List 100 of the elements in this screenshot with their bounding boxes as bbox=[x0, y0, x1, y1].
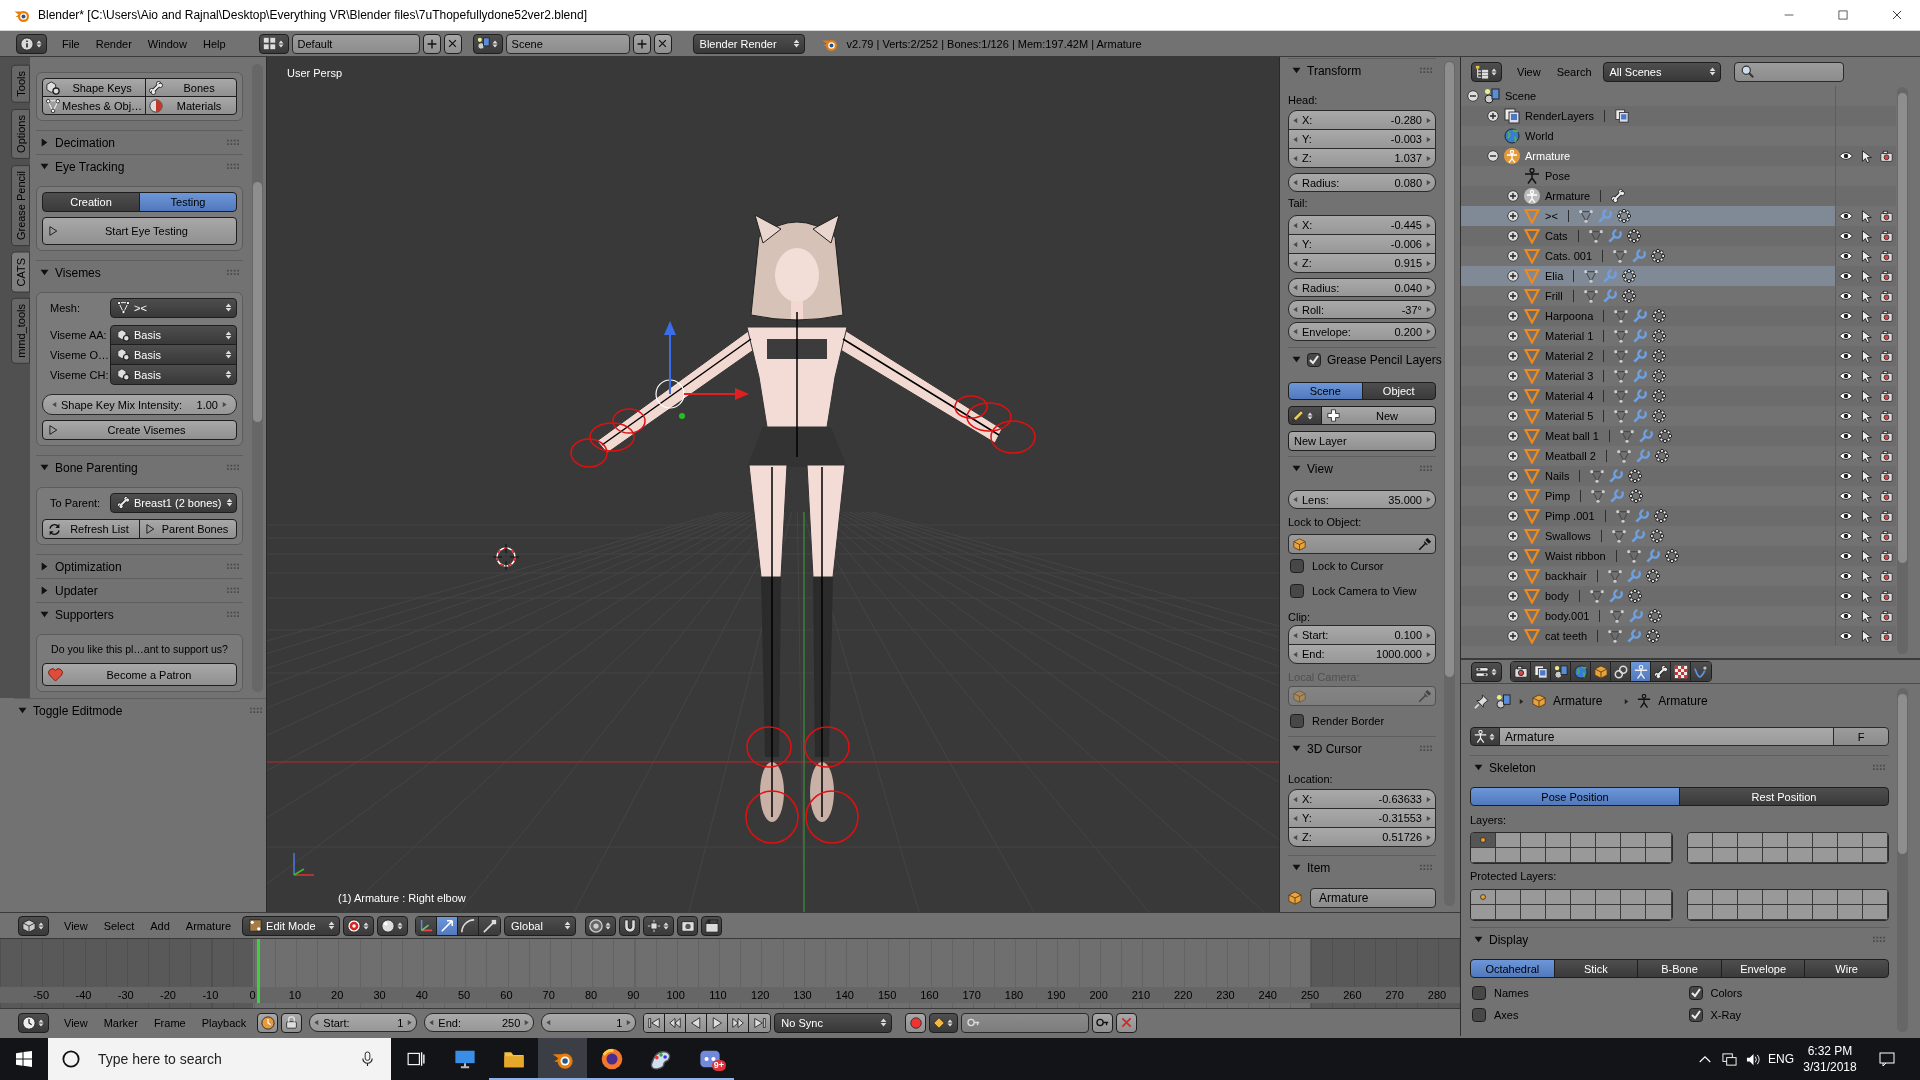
outliner-row[interactable]: Frill bbox=[1461, 286, 1835, 306]
eye-icon[interactable] bbox=[1839, 449, 1854, 463]
tool-button[interactable]: Shape Keys bbox=[42, 78, 147, 97]
layer-toggle[interactable] bbox=[1496, 848, 1522, 863]
tree-item-label[interactable]: Frill bbox=[1545, 290, 1563, 302]
layer-toggle[interactable] bbox=[1596, 905, 1622, 920]
layer-toggle[interactable] bbox=[1712, 833, 1738, 848]
number-field[interactable]: Y: -0.003 bbox=[1288, 129, 1436, 149]
panel-title[interactable]: Bone Parenting bbox=[55, 460, 221, 475]
dot-ring-icon[interactable] bbox=[1627, 589, 1642, 603]
triangle-down-icon[interactable] bbox=[40, 162, 49, 171]
number-field[interactable]: End: 1000.000 bbox=[1288, 644, 1436, 664]
number-field[interactable]: Y: -0.006 bbox=[1288, 234, 1436, 254]
dot-ring-icon[interactable] bbox=[1651, 249, 1666, 263]
tree-item-label[interactable]: Harpoona bbox=[1545, 310, 1594, 322]
pointer-icon[interactable] bbox=[1860, 289, 1873, 303]
pointer-icon[interactable] bbox=[1860, 429, 1873, 443]
current-frame-field[interactable]: 1 bbox=[541, 1013, 637, 1032]
eye-icon[interactable] bbox=[1839, 309, 1854, 323]
panel-title[interactable]: Eye Tracking bbox=[55, 159, 221, 174]
layer-toggle[interactable] bbox=[1471, 848, 1497, 863]
menu-item[interactable]: Playback bbox=[193, 1012, 255, 1033]
pointer-icon[interactable] bbox=[1860, 549, 1873, 563]
mesh-icon[interactable] bbox=[1614, 389, 1629, 403]
playback-button[interactable] bbox=[728, 1013, 750, 1032]
tool-button[interactable]: Bones bbox=[145, 78, 237, 97]
pivot-dropdown[interactable] bbox=[343, 915, 375, 936]
camera-icon[interactable] bbox=[1879, 469, 1893, 483]
tree-item-label[interactable]: RenderLayers bbox=[1525, 110, 1595, 122]
taskbar-app[interactable] bbox=[538, 1038, 587, 1080]
camera-icon[interactable] bbox=[1879, 549, 1893, 563]
action-button[interactable]: Refresh List bbox=[42, 519, 140, 539]
mesh-icon[interactable] bbox=[1614, 349, 1629, 363]
pointer-icon[interactable] bbox=[1860, 629, 1873, 643]
tree-item-label[interactable]: backhair bbox=[1545, 570, 1587, 582]
plus-circle-icon[interactable] bbox=[1507, 330, 1519, 342]
layer-toggle[interactable] bbox=[1737, 848, 1763, 863]
panel-title[interactable]: View bbox=[1307, 461, 1414, 476]
timeline-area[interactable]: -50 -40 -30 -20 -10 0 10 20 30 40 50 60 70 80 90 100 110 120 130 140 150 160 170 180 190 200 210 220 230 240 250 260 270 280 bbox=[0, 938, 1460, 1008]
layer-toggle[interactable] bbox=[1471, 890, 1497, 905]
triangle-down-icon[interactable] bbox=[1474, 763, 1483, 772]
outliner-row[interactable]: Material 1 bbox=[1461, 326, 1835, 346]
tree-item-label[interactable]: Meat ball 1 bbox=[1545, 430, 1599, 442]
editor-type-button[interactable] bbox=[1471, 61, 1502, 82]
dot-ring-icon[interactable] bbox=[1652, 389, 1667, 403]
search-field[interactable] bbox=[1733, 61, 1844, 82]
panel-title[interactable]: Transform bbox=[1307, 63, 1414, 78]
microphone-icon[interactable] bbox=[360, 1051, 375, 1066]
layer-toggle[interactable] bbox=[1621, 848, 1647, 863]
tool-button[interactable]: Materials bbox=[145, 96, 237, 115]
pointer-icon[interactable] bbox=[1860, 449, 1873, 463]
eye-icon[interactable] bbox=[1839, 549, 1854, 563]
plus-circle-icon[interactable] bbox=[1507, 450, 1519, 462]
object-field[interactable] bbox=[1288, 534, 1436, 554]
fake-user-button[interactable]: F bbox=[1833, 727, 1889, 746]
plus-circle-icon[interactable] bbox=[1507, 610, 1519, 622]
tree-item-label[interactable]: Swallows bbox=[1545, 530, 1591, 542]
editor-type-button[interactable] bbox=[18, 915, 49, 936]
playback-button[interactable] bbox=[749, 1013, 771, 1032]
mesh-icon[interactable] bbox=[1588, 229, 1603, 243]
source-toggle[interactable]: Scene bbox=[1288, 382, 1363, 400]
layer-toggle[interactable] bbox=[1571, 833, 1597, 848]
dot-ring-icon[interactable] bbox=[1652, 349, 1667, 363]
mesh-icon[interactable] bbox=[1610, 609, 1625, 623]
dot-ring-icon[interactable] bbox=[1648, 609, 1663, 623]
tree-item-label[interactable]: Pimp .001 bbox=[1545, 510, 1595, 522]
pointer-icon[interactable] bbox=[1860, 269, 1873, 283]
mesh-dropdown[interactable]: >< bbox=[110, 297, 237, 318]
source-toggle[interactable]: Object bbox=[1361, 382, 1436, 400]
tool-tab[interactable]: Tools bbox=[11, 65, 30, 103]
layer-toggle[interactable] bbox=[1521, 833, 1547, 848]
tool-tab[interactable]: CATS bbox=[11, 251, 30, 293]
tree-item-label[interactable]: >< bbox=[1545, 210, 1558, 222]
eye-icon[interactable] bbox=[1839, 249, 1854, 263]
drag-grip-icon[interactable] bbox=[1420, 864, 1432, 871]
layer-toggle[interactable] bbox=[1737, 905, 1763, 920]
number-field[interactable]: Z: 0.51726 bbox=[1288, 827, 1436, 847]
menu-item[interactable]: View bbox=[56, 915, 96, 936]
panel-title[interactable]: Visemes bbox=[55, 265, 221, 280]
pointer-icon[interactable] bbox=[1860, 469, 1873, 483]
playback-button[interactable] bbox=[686, 1013, 708, 1032]
layer-toggle[interactable] bbox=[1687, 833, 1713, 848]
scrollbar[interactable] bbox=[252, 64, 263, 692]
layer-toggle[interactable] bbox=[1546, 833, 1572, 848]
plus-circle-icon[interactable] bbox=[1507, 630, 1519, 642]
mode-dropdown[interactable]: Edit Mode bbox=[242, 915, 341, 936]
number-field[interactable]: Y: -0.31553 bbox=[1288, 808, 1436, 828]
tree-item-label[interactable]: body.001 bbox=[1545, 610, 1590, 622]
layer-toggle[interactable] bbox=[1712, 848, 1738, 863]
layer-toggle[interactable] bbox=[1762, 848, 1788, 863]
screen-name-field[interactable]: Default bbox=[291, 33, 420, 54]
layer-toggle[interactable] bbox=[1812, 833, 1838, 848]
tree-item-label[interactable]: Nails bbox=[1545, 470, 1570, 482]
layer-toggle[interactable] bbox=[1812, 905, 1838, 920]
tree-item-label[interactable]: Material 4 bbox=[1545, 390, 1594, 402]
layer-toggle[interactable] bbox=[1812, 890, 1838, 905]
camera-icon[interactable] bbox=[1879, 389, 1893, 403]
manipulator-toggle[interactable] bbox=[416, 916, 438, 935]
snap-target-dropdown[interactable] bbox=[643, 915, 675, 936]
eye-icon[interactable] bbox=[1839, 349, 1854, 363]
